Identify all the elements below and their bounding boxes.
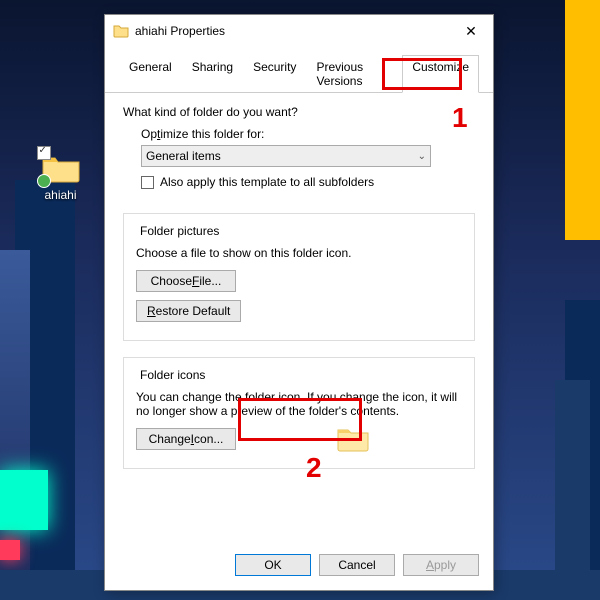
apply-button[interactable]: Apply bbox=[403, 554, 479, 576]
choose-file-button[interactable]: Choose File... bbox=[136, 270, 236, 292]
properties-dialog: ahiahi Properties ✕ General Sharing Secu… bbox=[104, 14, 494, 591]
folder-icon bbox=[113, 23, 129, 39]
chevron-down-icon: ⌄ bbox=[418, 151, 426, 162]
sync-badge-icon bbox=[37, 174, 51, 188]
annotation-number-2: 2 bbox=[306, 452, 322, 484]
tab-sharing[interactable]: Sharing bbox=[182, 55, 243, 93]
dropdown-value: General items bbox=[146, 149, 221, 163]
folder-pictures-title: Folder pictures bbox=[136, 224, 223, 238]
tab-bar: General Sharing Security Previous Versio… bbox=[105, 47, 493, 93]
restore-default-button[interactable]: Restore Default bbox=[136, 300, 241, 322]
optimize-label: Optimize this folder for: bbox=[141, 127, 467, 141]
tab-customize[interactable]: Customize bbox=[402, 55, 479, 93]
folder-icons-title: Folder icons bbox=[136, 368, 209, 382]
titlebar[interactable]: ahiahi Properties ✕ bbox=[105, 15, 493, 47]
folder-icon-preview bbox=[336, 425, 370, 453]
annotation-number-1: 1 bbox=[452, 102, 468, 134]
subfolders-label: Also apply this template to all subfolde… bbox=[160, 175, 374, 189]
dialog-footer: OK Cancel Apply bbox=[235, 550, 479, 580]
desktop-folder-shortcut[interactable]: ahiahi bbox=[33, 152, 88, 202]
change-icon-button[interactable]: Change Icon... bbox=[136, 428, 236, 450]
optimize-dropdown[interactable]: General items ⌄ bbox=[141, 145, 431, 167]
subfolders-checkbox[interactable] bbox=[141, 176, 154, 189]
cancel-button[interactable]: Cancel bbox=[319, 554, 395, 576]
tab-general[interactable]: General bbox=[119, 55, 182, 93]
checkbox-overlay bbox=[37, 146, 51, 160]
folder-icon bbox=[41, 152, 81, 184]
ok-button[interactable]: OK bbox=[235, 554, 311, 576]
folder-pictures-group: Folder pictures Choose a file to show on… bbox=[123, 213, 475, 341]
tab-security[interactable]: Security bbox=[243, 55, 306, 93]
close-button[interactable]: ✕ bbox=[457, 17, 485, 45]
folder-icons-text: You can change the folder icon. If you c… bbox=[136, 390, 462, 418]
folder-pictures-text: Choose a file to show on this folder ico… bbox=[136, 246, 462, 260]
dialog-title: ahiahi Properties bbox=[135, 24, 457, 38]
desktop-folder-label: ahiahi bbox=[33, 188, 88, 202]
tab-previous-versions[interactable]: Previous Versions bbox=[306, 55, 402, 93]
section-kind-heading: What kind of folder do you want? bbox=[123, 105, 475, 119]
folder-icons-group: Folder icons You can change the folder i… bbox=[123, 357, 475, 469]
